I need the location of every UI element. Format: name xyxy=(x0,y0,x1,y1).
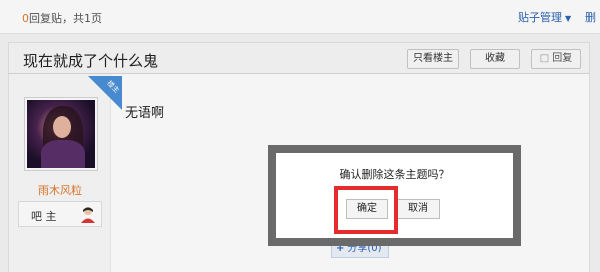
cancel-button[interactable]: 取消 xyxy=(396,199,440,219)
highlight-box xyxy=(334,186,398,234)
dialog-message: 确认删除这条主题吗？ xyxy=(339,168,450,181)
